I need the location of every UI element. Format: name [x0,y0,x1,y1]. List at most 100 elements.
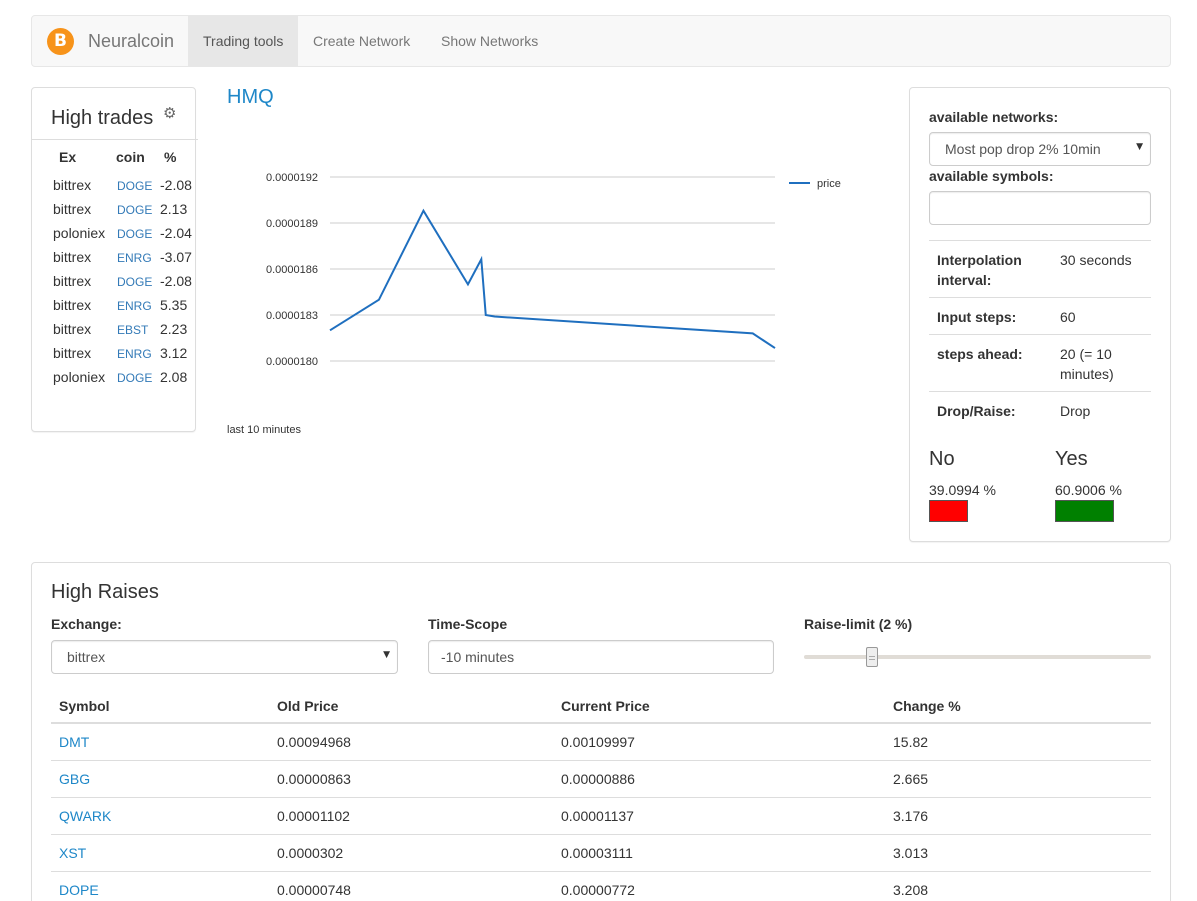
coin-link[interactable]: DOGE [117,203,152,217]
chevron-down-icon: ▼ [383,650,390,660]
table-row: QWARK 0.00001102 0.00001137 3.176 [51,798,1151,835]
raise-limit-label: Raise-limit (2 %) [804,616,913,632]
coin-link[interactable]: DOGE [117,371,152,385]
param-value: 20 (= 10 minutes) [1060,346,1114,382]
table-row: bittrex DOGE -2.08 [32,175,198,199]
price-chart: 0.0000180 0.0000183 0.0000186 0.0000189 0.00… [266,172,841,368]
available-symbols-label: available symbols: [929,168,1054,184]
available-networks-label: available networks: [929,109,1059,125]
table-row: XST 0.0000302 0.00003111 3.013 [51,835,1151,872]
symbol-link[interactable]: GBG [59,771,90,787]
table-row: bittrex ENRG -3.07 [32,247,198,271]
exchange-select[interactable]: bittrex ▼ [51,640,398,674]
exchange-cell: bittrex [53,177,92,193]
param-value: Drop [1060,403,1091,419]
table-row: poloniex DOGE 2.08 [32,367,198,391]
current-price-cell: 0.00000886 [561,771,635,787]
high-trades-panel: High trades ⚙ Ex coin % bittrex DOGE -2.08… [31,87,198,432]
param-key: Drop/Raise: [937,403,1016,419]
exchange-select-value: bittrex [67,649,106,665]
table-header: Ex coin % [32,140,198,175]
y-tick-label: 0.0000192 [266,172,318,184]
raise-limit-slider-track[interactable] [804,655,1151,659]
no-color-swatch [929,500,968,522]
param-key: Input steps: [937,309,1017,325]
symbol-link[interactable]: DMT [59,734,89,750]
change-cell: 2.665 [893,771,929,787]
table-row: bittrex ENRG 5.35 [32,295,198,319]
network-select-value: Most pop drop 2% 10min [945,141,1101,157]
high-trades-table: Ex coin % bittrex DOGE -2.08 bittrex DOGE 2.1… [32,140,198,391]
y-tick-label: 0.0000180 [266,356,318,368]
change-cell: 15.82 [893,734,929,750]
raise-limit-slider-handle[interactable] [866,647,879,667]
pct-cell: 5.35 [160,297,188,313]
nav-show-networks[interactable]: Show Networks [426,16,553,66]
timescope-input-value: -10 minutes [441,649,515,665]
chevron-down-icon: ▼ [1136,142,1143,152]
symbol-link[interactable]: DOPE [59,882,99,898]
param-row-input-steps: Input steps: 60 [929,297,1151,334]
table-row: bittrex EBST 2.23 [32,319,198,343]
table-row: bittrex ENRG 3.12 [32,343,198,367]
header-change: Change % [893,698,961,714]
symbol-link[interactable]: QWARK [59,808,111,824]
param-key: Interpolation interval: [937,252,1022,288]
pct-cell: -2.08 [160,273,192,289]
header-ex: Ex [59,149,77,165]
bitcoin-logo-icon: B [47,27,74,55]
coin-link[interactable]: EBST [117,323,148,337]
exchange-cell: bittrex [53,345,92,361]
pct-cell: -3.07 [160,249,192,265]
table-header: Symbol Old Price Current Price Change % [51,688,1151,724]
chart-subtitle: last 10 minutes [227,424,301,436]
header-pct: % [164,149,177,165]
y-tick-label: 0.0000183 [266,310,318,322]
network-select[interactable]: Most pop drop 2% 10min ▼ [929,132,1151,166]
legend-label: price [817,178,841,190]
header-current-price: Current Price [561,698,650,714]
old-price-cell: 0.00094968 [277,734,351,750]
high-raises-title: High Raises [51,581,159,603]
current-price-cell: 0.00003111 [561,845,633,861]
gear-icon[interactable]: ⚙ [163,104,176,122]
change-cell: 3.208 [893,882,929,898]
header-old-price: Old Price [277,698,339,714]
param-row-steps-ahead: steps ahead: 20 (= 10 minutes) [929,334,1151,391]
nav-create-network[interactable]: Create Network [298,16,425,66]
no-percentage: 39.0994 % [929,482,996,498]
coin-link[interactable]: DOGE [117,275,152,289]
coin-link[interactable]: ENRG [117,299,152,313]
pct-cell: 2.13 [160,201,188,217]
change-cell: 3.176 [893,808,929,824]
coin-link[interactable]: ENRG [117,347,152,361]
coin-link[interactable]: DOGE [117,227,152,241]
yes-percentage: 60.9006 % [1055,482,1122,498]
top-navbar: B Neuralcoin Trading tools Create Networ… [31,15,1171,67]
timescope-input[interactable]: -10 minutes [428,640,774,674]
pct-cell: -2.08 [160,177,192,193]
table-row: bittrex DOGE 2.13 [32,199,198,223]
pct-cell: 2.08 [160,369,188,385]
param-row-interpolation: Interpolation interval: 30 seconds [929,240,1151,297]
old-price-cell: 0.00000748 [277,882,351,898]
symbols-input[interactable] [929,191,1151,225]
price-series-line [329,208,776,349]
pct-cell: 3.12 [160,345,188,361]
brand[interactable]: B Neuralcoin [47,16,174,66]
network-panel: available networks: Most pop drop 2% 10m… [909,87,1171,542]
yes-label: Yes [1055,448,1088,470]
nav-trading-tools[interactable]: Trading tools [188,16,299,66]
coin-link[interactable]: DOGE [117,179,152,193]
coin-link[interactable]: ENRG [117,251,152,265]
yes-color-swatch [1055,500,1114,522]
symbol-link[interactable]: XST [59,845,86,861]
table-row: DMT 0.00094968 0.00109997 15.82 [51,724,1151,761]
exchange-cell: poloniex [53,225,106,241]
old-price-cell: 0.00001102 [277,808,350,824]
header-coin: coin [116,149,145,165]
y-tick-label: 0.0000186 [266,264,318,276]
param-value: 60 [1060,309,1076,325]
exchange-cell: bittrex [53,249,92,265]
param-key: steps ahead: [937,346,1023,362]
